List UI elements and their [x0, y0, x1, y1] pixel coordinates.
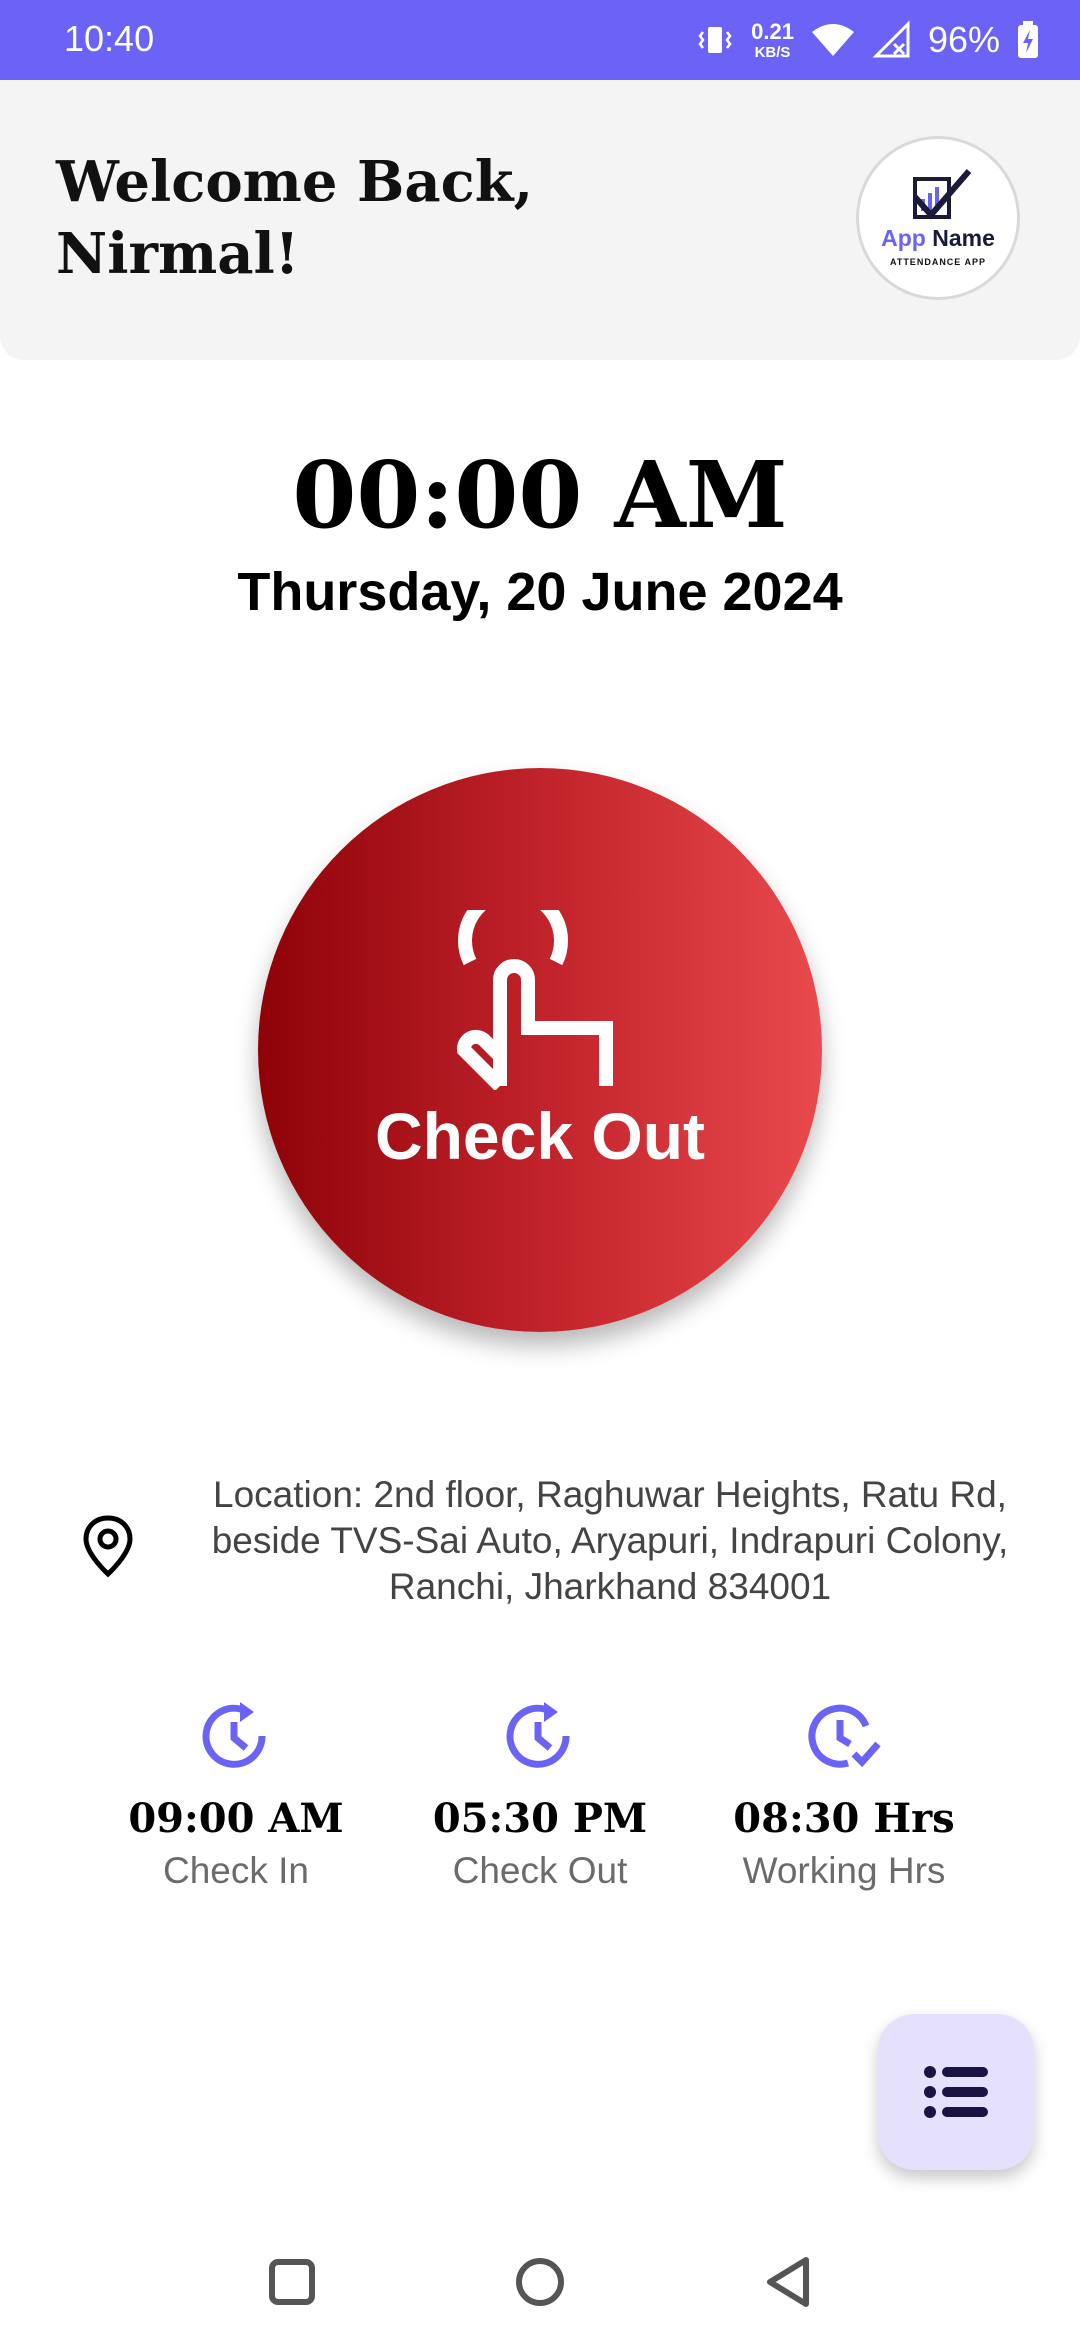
list-menu-icon — [924, 2066, 988, 2118]
network-speed: 0.21 KB/S — [751, 18, 794, 61]
welcome-user-name: Nirmal! — [56, 221, 300, 287]
logo-subtitle: ATTENDANCE APP — [889, 257, 986, 267]
location-line-1: Location: 2nd floor, Raghuwar Heights, R… — [213, 1474, 1007, 1515]
status-time: 10:40 — [64, 18, 155, 59]
recents-button[interactable] — [260, 2250, 324, 2314]
home-circle-icon — [516, 2258, 564, 2306]
check-out-button[interactable]: Check Out — [258, 768, 822, 1332]
location-pin-icon — [83, 1515, 133, 1578]
check-out-time: 05:30 PM — [432, 1795, 648, 1842]
battery-charging-icon — [1016, 20, 1040, 60]
stat-check-out: 05:30 PM Check Out — [390, 1696, 690, 1894]
location-line-3: Ranchi, Jharkhand 834001 — [388, 1566, 832, 1607]
welcome-greeting: Welcome Back, — [56, 149, 534, 215]
working-hours-label: Working Hrs — [742, 1850, 946, 1891]
logo-name-part1: App — [881, 225, 926, 251]
network-speed-unit: KB/S — [754, 43, 791, 61]
welcome-header: Welcome Back, Nirmal! App Name ATTENDANC… — [0, 80, 1080, 360]
tap-hand-icon — [457, 910, 613, 1090]
working-hours-value: 08:30 Hrs — [733, 1795, 955, 1842]
clock-refresh-icon — [500, 1696, 580, 1776]
clock-check-icon — [804, 1696, 884, 1776]
attendance-logo-icon — [912, 169, 972, 220]
logo-name-part2: Name — [932, 225, 995, 251]
logo-name: App Name — [859, 225, 1017, 252]
back-button[interactable] — [756, 2250, 820, 2314]
check-in-label: Check In — [162, 1850, 309, 1891]
back-triangle-icon — [767, 2257, 809, 2307]
clock-refresh-icon — [196, 1696, 276, 1776]
stat-working-hours: 08:30 Hrs Working Hrs — [694, 1696, 994, 1894]
location-line-2: beside TVS-Sai Auto, Aryapuri, Indrapuri… — [211, 1520, 1009, 1561]
welcome-message: Welcome Back, Nirmal! — [56, 146, 533, 290]
check-in-time: 09:00 AM — [128, 1795, 344, 1842]
wifi-icon — [810, 20, 856, 60]
current-time: 00:00 AM — [292, 441, 788, 549]
menu-fab-button[interactable] — [878, 2014, 1034, 2170]
app-logo: App Name ATTENDANCE APP — [856, 136, 1020, 300]
network-speed-value: 0.21 — [751, 18, 794, 44]
current-date: Thursday, 20 June 2024 — [237, 562, 843, 622]
location-info: Location: 2nd floor, Raghuwar Heights, R… — [80, 1472, 1040, 1622]
check-out-stat-label: Check Out — [452, 1850, 628, 1891]
cell-signal-icon — [872, 20, 912, 60]
battery-percent: 96% — [927, 19, 1000, 60]
check-out-label: Check Out — [374, 1099, 706, 1173]
home-button[interactable] — [508, 2250, 572, 2314]
location-address: Location: 2nd floor, Raghuwar Heights, R… — [160, 1472, 1060, 1610]
status-icons: 0.21 KB/S 96% — [695, 14, 1040, 66]
recents-square-icon — [269, 2259, 315, 2305]
stat-check-in: 09:00 AM Check In — [86, 1696, 386, 1894]
system-navigation-bar — [0, 2220, 1080, 2340]
status-bar: 10:40 0.21 KB/S 96% — [0, 0, 1080, 80]
vibrate-icon — [695, 20, 735, 60]
